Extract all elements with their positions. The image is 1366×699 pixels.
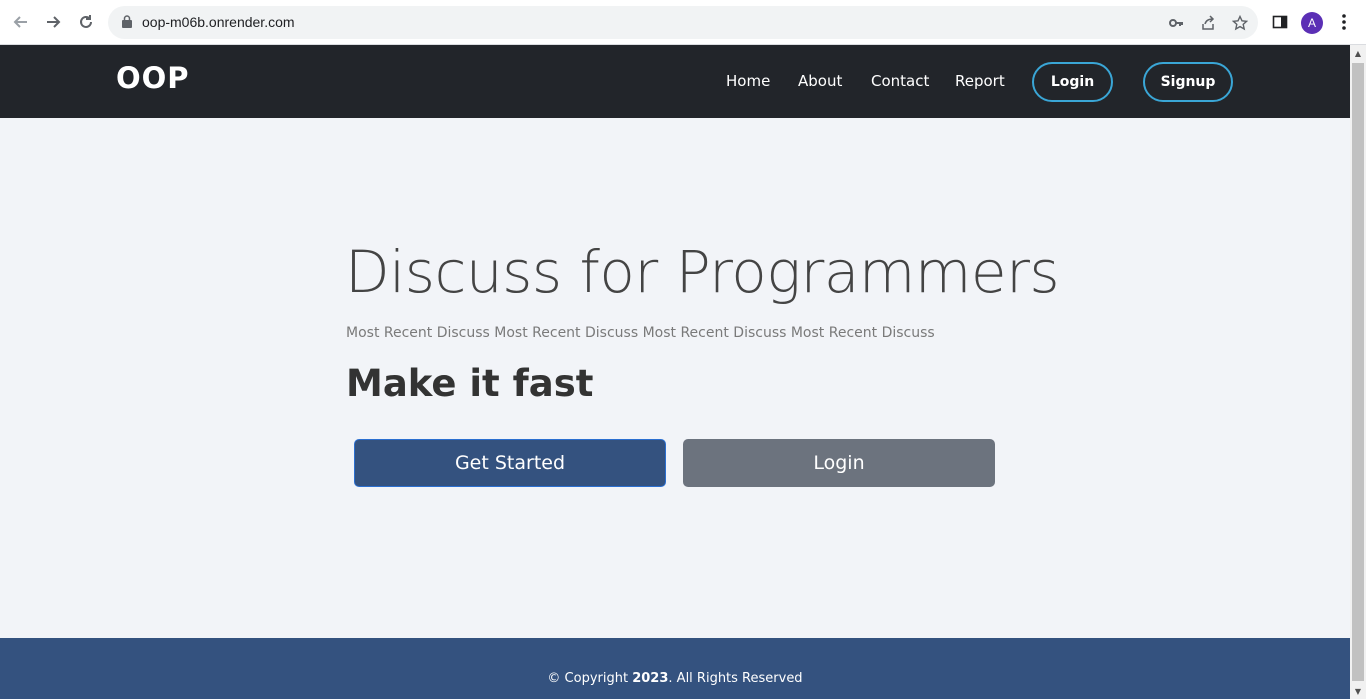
nav-link-home[interactable]: Home	[726, 72, 770, 90]
back-icon[interactable]	[9, 10, 33, 34]
site-navbar: OOP Home About Contact Report Login Sign…	[0, 45, 1350, 118]
hero-login-button[interactable]: Login	[683, 439, 995, 487]
url-text: oop-m06b.onrender.com	[142, 14, 295, 30]
lock-icon	[122, 15, 132, 28]
hero-title: Discuss for Programmers	[345, 238, 1060, 306]
nav-link-report[interactable]: Report	[955, 72, 1005, 90]
page-scrollbar[interactable]: ▲ ▼	[1350, 45, 1366, 699]
address-bar[interactable]: oop-m06b.onrender.com	[108, 6, 1258, 39]
site-footer: © Copyright 2023. All Rights Reserved	[0, 638, 1350, 699]
reload-icon[interactable]	[74, 10, 98, 34]
key-icon[interactable]	[1166, 13, 1186, 33]
nav-link-about[interactable]: About	[798, 72, 842, 90]
nav-link-contact[interactable]: Contact	[871, 72, 929, 90]
profile-avatar[interactable]: A	[1301, 12, 1323, 34]
browser-toolbar: oop-m06b.onrender.com A	[0, 0, 1366, 45]
brand-logo[interactable]: OOP	[116, 61, 190, 95]
copyright-prefix: © Copyright	[547, 671, 633, 686]
copyright-year: 2023	[632, 671, 669, 686]
nav-signup-button[interactable]: Signup	[1143, 62, 1233, 102]
more-menu-icon[interactable]	[1332, 10, 1356, 34]
forward-icon[interactable]	[41, 10, 65, 34]
hero-tagline: Make it fast	[346, 362, 594, 405]
hero-subtitle: Most Recent Discuss Most Recent Discuss …	[346, 325, 935, 341]
share-icon[interactable]	[1198, 13, 1218, 33]
side-panel-icon[interactable]	[1268, 10, 1292, 34]
scroll-up-arrow-icon[interactable]: ▲	[1353, 48, 1363, 58]
scroll-thumb[interactable]	[1352, 63, 1364, 681]
get-started-button[interactable]: Get Started	[354, 439, 666, 487]
footer-copyright: © Copyright 2023. All Rights Reserved	[0, 671, 1350, 686]
nav-login-button[interactable]: Login	[1032, 62, 1113, 102]
scroll-down-arrow-icon[interactable]: ▼	[1353, 686, 1363, 696]
copyright-suffix: . All Rights Reserved	[668, 671, 803, 686]
bookmark-star-icon[interactable]	[1230, 13, 1250, 33]
